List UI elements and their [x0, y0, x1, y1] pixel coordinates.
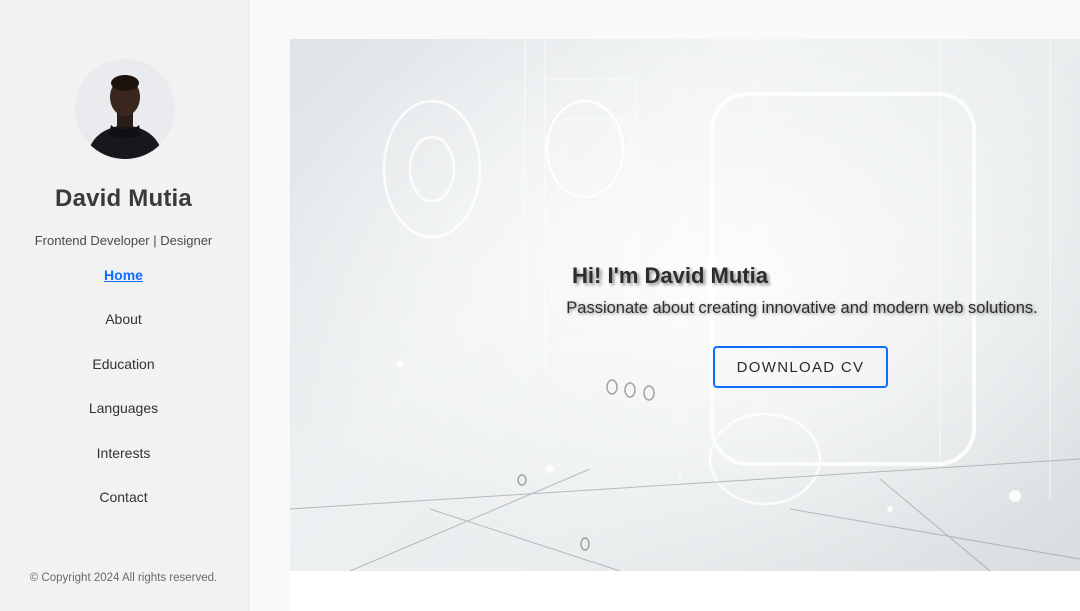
- hero-subtitle: Passionate about creating innovative and…: [566, 299, 1038, 317]
- nav-link-education[interactable]: Education: [92, 356, 154, 372]
- sidebar: David Mutia Frontend Developer | Designe…: [0, 0, 250, 611]
- profile-avatar: [75, 59, 175, 159]
- nav-item-home: Home: [0, 264, 247, 308]
- nav-link-about[interactable]: About: [105, 311, 142, 327]
- nav-link-home[interactable]: Home: [104, 267, 143, 283]
- download-cv-button[interactable]: DOWNLOAD CV: [713, 346, 888, 388]
- nav-item-contact: Contact: [0, 486, 247, 530]
- profile-tagline: Frontend Developer | Designer: [34, 233, 213, 248]
- nav-link-contact[interactable]: Contact: [99, 489, 147, 505]
- hero-title: Hi! I'm David Mutia: [572, 263, 768, 288]
- sidebar-nav: Home About Education Languages Interests…: [0, 264, 247, 530]
- content-below-hero: [290, 571, 1080, 611]
- nav-item-about: About: [0, 308, 247, 352]
- nav-item-interests: Interests: [0, 442, 247, 486]
- nav-link-languages[interactable]: Languages: [89, 400, 158, 416]
- copyright-text: © Copyright 2024 All rights reserved.: [29, 572, 218, 584]
- hero-section: Hi! I'm David Mutia Passionate about cre…: [290, 39, 1080, 571]
- person-photo-icon: [75, 59, 175, 159]
- nav-item-education: Education: [0, 353, 247, 397]
- profile-name: David Mutia: [55, 185, 192, 212]
- nav-item-languages: Languages: [0, 397, 247, 441]
- nav-link-interests[interactable]: Interests: [97, 445, 151, 461]
